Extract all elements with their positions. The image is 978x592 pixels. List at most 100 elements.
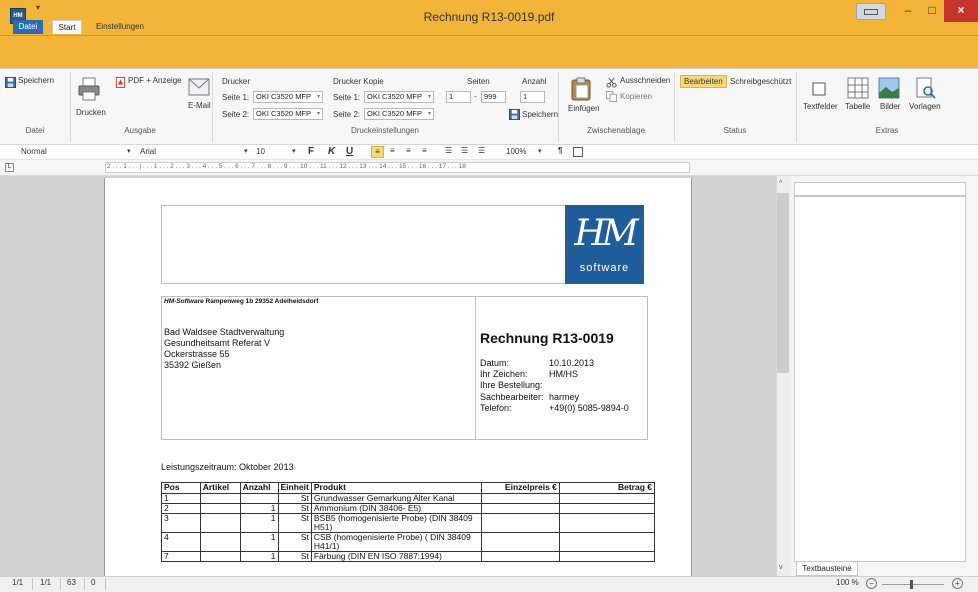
column-header: Produkt [310,482,483,494]
info-label: Datum: [480,358,510,368]
print-button[interactable]: Drucken [76,108,106,117]
italic-button[interactable]: K [328,146,335,157]
group-label-zwischenablage: Zwischenablage [587,126,645,135]
indent-list-icon[interactable]: ☰ [478,146,485,155]
pdf-display-button[interactable]: PDF + Anzeige [128,76,182,85]
invoice-table: Pos Artikel Anzahl Einheit Produkt Einze… [161,482,656,562]
tab-start[interactable]: Start [52,20,82,34]
chevron-down-icon[interactable]: ▾ [292,147,296,155]
info-value: 10.10.2013 [549,358,595,368]
save-print-settings-button[interactable]: Speichern [522,110,558,119]
textfields-button[interactable]: Textfelder [803,102,838,111]
table-row[interactable]: 1 St Grundwasser Gemarkung Alter Kanal [161,493,656,504]
table-row[interactable]: 7 1 St Färbung (DIN EN ISO 7887:1994) [161,551,656,562]
copy-icon [606,91,617,102]
chevron-down-icon[interactable]: ▾ [538,147,542,155]
printer-select-page1[interactable]: OKI C3520 MFP ▾ [253,91,323,103]
chevron-down-icon[interactable]: ▾ [244,147,248,155]
recipient-line: Bad Waldsee Stadtverwaltung [164,327,285,337]
textfield-icon [812,82,826,96]
table-cell: 1 [239,503,279,514]
table-cell [199,503,241,514]
underline-button[interactable]: U [346,146,353,157]
column-header: Einheit [277,482,312,494]
style-select[interactable]: Normal [21,147,47,156]
email-button[interactable]: E-Mail [188,101,211,110]
zoom-slider-handle[interactable] [910,580,913,589]
printer-icon [78,77,100,101]
scroll-down-icon[interactable]: v [779,564,783,571]
pages-to-input[interactable]: 999 [481,91,506,103]
copy-button[interactable]: Kopieren [620,92,652,101]
tab-stop-icon[interactable]: L [5,163,14,172]
table-row[interactable]: 4 1 St CSB (homogenisierte Probe) ( DIN 384… [161,532,656,552]
status-bar [0,576,978,592]
justify-icon[interactable]: ≡ [422,146,427,155]
pages-from-input[interactable]: 1 [446,91,471,103]
table-cell: 4 [161,532,201,552]
scrollbar-thumb[interactable] [777,193,789,373]
copy-printer-select-page2[interactable]: OKI C3520 MFP ▾ [364,108,434,120]
align-center-icon[interactable]: ≡ [390,146,395,155]
table-cell: CSB (homogenisierte Probe) ( DIN 38409 H… [310,532,483,552]
zoom-slider[interactable] [882,584,944,585]
table-cell: Färbung (DIN EN ISO 7887:1994) [310,551,483,562]
printer-select-page2[interactable]: OKI C3520 MFP ▾ [253,108,323,120]
scroll-up-icon[interactable]: ^ [779,180,782,187]
group-label-extras: Extras [875,126,899,135]
font-size-select[interactable]: 10 [256,147,265,156]
table-cell: 7 [161,551,201,562]
templates-button[interactable]: Vorlagen [909,102,941,111]
column-header: Betrag € [558,482,656,494]
table-cell: BSB5 (homogenisierte Probe) (DIN 38409 H… [310,513,483,533]
table-cell: St [277,551,312,562]
text-modules-list[interactable] [794,196,966,562]
restore-icon[interactable] [856,3,886,20]
table-cell [558,551,656,562]
edit-mode-button[interactable]: Bearbeiten [680,75,727,88]
tab-einstellungen[interactable]: Einstellungen [94,20,146,34]
font-select[interactable]: Arial [140,147,156,156]
table-row[interactable]: 2 1 St Ammonium (DIN 38406- E5) [161,503,656,514]
tab-datei[interactable]: Datei [13,20,43,34]
table-cell: Grundwasser Gemarkung Alter Kanal [310,493,483,504]
align-left-icon[interactable]: ≡ [371,146,384,158]
table-cell: St [277,493,312,504]
copy-printer-select-page1[interactable]: OKI C3520 MFP ▾ [364,91,434,103]
minimize-button[interactable]: – [896,0,920,22]
close-button[interactable]: × [944,0,978,22]
frame-toggle-icon[interactable] [573,147,583,157]
table-cell: 1 [239,513,279,533]
table-row[interactable]: 3 1 St BSB5 (homogenisierte Probe) (DIN 384… [161,513,656,533]
zoom-in-button[interactable]: + [952,578,963,589]
bold-button[interactable]: F [308,146,314,157]
save-icon [509,109,520,120]
line-spacing-select[interactable]: 100% [506,147,526,156]
paste-button[interactable]: Einfügen [568,104,600,113]
numbered-list-icon[interactable]: ☰ [461,146,468,155]
save-button[interactable]: Speichern [18,76,54,85]
table-cell [481,503,560,514]
table-cell: St [277,532,312,552]
pages-range-dash: - [474,92,477,101]
logo-sub-text: software [579,262,630,274]
column-header: Artikel [199,482,241,494]
tab-textbausteine[interactable]: Textbausteine [796,562,858,576]
align-right-icon[interactable]: ≡ [406,146,411,155]
copies-count-input[interactable]: 1 [520,91,545,103]
info-value: +49(0) 5085-9894-0 [549,403,629,413]
cut-button[interactable]: Ausschneiden [620,76,670,85]
quick-access-dropdown-icon[interactable]: ▾ [36,3,40,12]
images-button[interactable]: Bilder [880,102,900,111]
bullet-list-icon[interactable]: ☰ [445,146,452,155]
status-divider [105,578,106,590]
invoice-title: Rechnung R13-0019 [480,330,614,346]
paragraph-marks-button[interactable]: ¶ [558,146,562,155]
zoom-out-button[interactable]: − [866,578,877,589]
table-cell: 1 [239,551,279,562]
readonly-mode-button[interactable]: Schreibgeschützt [730,77,791,86]
maximize-button[interactable]: □ [920,0,944,22]
table-button[interactable]: Tabelle [845,102,870,111]
sender-address: Rampenweg 1b 29352 Adelheidsdorf [203,298,319,305]
chevron-down-icon[interactable]: ▾ [127,147,131,155]
